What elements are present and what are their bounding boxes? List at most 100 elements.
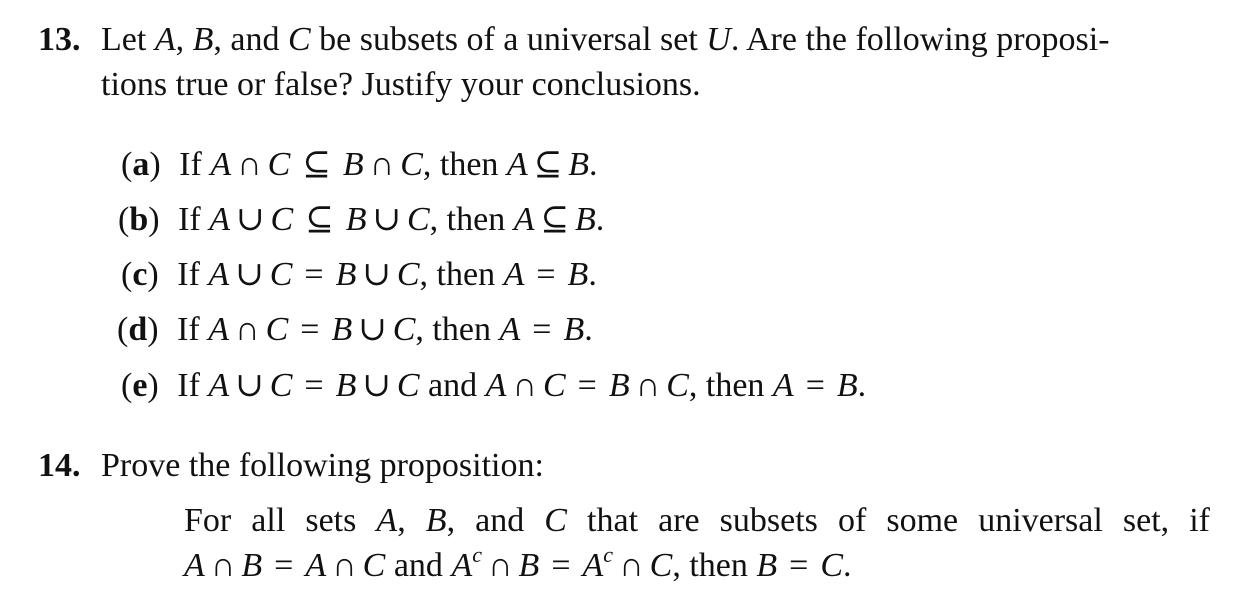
math-var: C <box>649 547 673 584</box>
relation: = <box>536 256 556 293</box>
complement-superscript: c <box>603 542 614 567</box>
math-var: B <box>575 201 596 238</box>
set-operator: ∩ <box>332 547 357 584</box>
problem-number: 13. <box>38 21 81 58</box>
math-var: C <box>270 201 294 238</box>
part-b: (b) If A ∪ C ⊆ B ∪ C, then A ⊆ B. <box>118 200 604 240</box>
paren: ) <box>147 367 159 404</box>
part-label: b <box>129 201 149 238</box>
math-var: B <box>756 547 778 584</box>
set-operator: ∩ <box>487 547 513 584</box>
math-var: A <box>506 146 528 183</box>
text: , and <box>213 21 288 58</box>
math-var: A <box>499 311 521 348</box>
math-var: B <box>568 146 589 183</box>
math-var: B <box>425 502 447 539</box>
math-var: B <box>192 21 214 58</box>
math-var: A <box>208 311 230 348</box>
relation: = <box>551 547 571 584</box>
text: . Are the following proposi- <box>730 21 1110 58</box>
relation: ⊆ <box>540 201 570 238</box>
set-operator: ∩ <box>635 367 661 404</box>
problem-13-line-1: 13. Let A, B, and C be subsets of a univ… <box>38 20 1110 60</box>
set-operator: ∪ <box>236 201 265 238</box>
paren: ( <box>118 201 130 238</box>
paren: ( <box>121 367 133 404</box>
math-var: C <box>542 367 566 404</box>
proposition-line-1: For all sets A, B, and C that are subset… <box>184 501 1210 541</box>
math-var: B <box>608 367 630 404</box>
text: If <box>177 311 209 348</box>
part-e: (e) If A ∪ C = B ∪ C and A ∩ C = B ∩ C, then A = B. <box>121 366 866 406</box>
math-var: B <box>342 146 364 183</box>
text: If <box>179 146 211 183</box>
relation: = <box>789 547 809 584</box>
relation: ⊆ <box>302 146 331 183</box>
text: , then <box>415 311 500 348</box>
math-var: A <box>208 367 230 404</box>
part-label: c <box>132 256 148 293</box>
set-operator: ∩ <box>619 547 644 584</box>
text: . <box>588 256 597 293</box>
relation: = <box>304 256 324 293</box>
math-var: B <box>241 547 263 584</box>
text: . <box>843 547 852 584</box>
relation: = <box>805 367 825 404</box>
math-var: A <box>582 547 604 584</box>
text: , and <box>446 502 545 539</box>
math-var: A <box>503 256 525 293</box>
set-operator: ∩ <box>210 547 236 584</box>
paren: ( <box>121 146 133 183</box>
math-var: C <box>544 502 567 539</box>
math-var: C <box>400 146 423 183</box>
math-var: A <box>305 547 327 584</box>
set-operator: ∩ <box>237 146 262 183</box>
math-var: A <box>376 502 398 539</box>
math-var: B <box>345 201 367 238</box>
paren: ) <box>147 256 159 293</box>
set-operator: ∩ <box>235 311 260 348</box>
text: If <box>177 256 209 293</box>
set-operator: ∩ <box>369 146 395 183</box>
math-var: B <box>518 547 540 584</box>
math-var: C <box>269 256 293 293</box>
text: and <box>419 367 486 404</box>
set-operator: ∪ <box>362 256 391 293</box>
text: , <box>175 21 193 58</box>
set-operator: ∪ <box>235 256 264 293</box>
math-var: B <box>563 311 585 348</box>
math-var: A <box>209 201 231 238</box>
part-label: e <box>132 367 148 404</box>
math-var: B <box>567 256 589 293</box>
paren: ( <box>117 311 129 348</box>
set-operator: ∪ <box>358 311 387 348</box>
problem-13-line-2: tions true or false? Justify your conclu… <box>101 66 701 103</box>
set-operator: ∪ <box>362 367 391 404</box>
math-var: C <box>392 311 416 348</box>
relation: ⊆ <box>533 146 563 183</box>
math-var: C <box>269 367 293 404</box>
text: that are subsets of some universal set, … <box>566 502 1211 539</box>
set-operator: ∪ <box>235 367 264 404</box>
math-var: C <box>287 21 311 58</box>
math-var: C <box>820 547 844 584</box>
text: be subsets of a universal set <box>310 21 707 58</box>
math-var: U <box>706 21 731 58</box>
part-c: (c) If A ∪ C = B ∪ C, then A = B. <box>121 255 597 295</box>
relation: = <box>304 367 324 404</box>
relation: = <box>274 547 294 584</box>
math-var: C <box>396 367 420 404</box>
relation: = <box>532 311 552 348</box>
math-var: C <box>406 201 430 238</box>
text: , <box>397 502 426 539</box>
text: , then <box>672 547 757 584</box>
math-var: C <box>265 311 289 348</box>
math-var: B <box>335 367 357 404</box>
part-label: d <box>128 311 148 348</box>
math-var: A <box>772 367 794 404</box>
math-var: A <box>154 21 176 58</box>
text: If <box>177 367 209 404</box>
complement-superscript: c <box>472 542 482 567</box>
text: , then <box>688 367 773 404</box>
relation: ⊆ <box>305 201 334 238</box>
